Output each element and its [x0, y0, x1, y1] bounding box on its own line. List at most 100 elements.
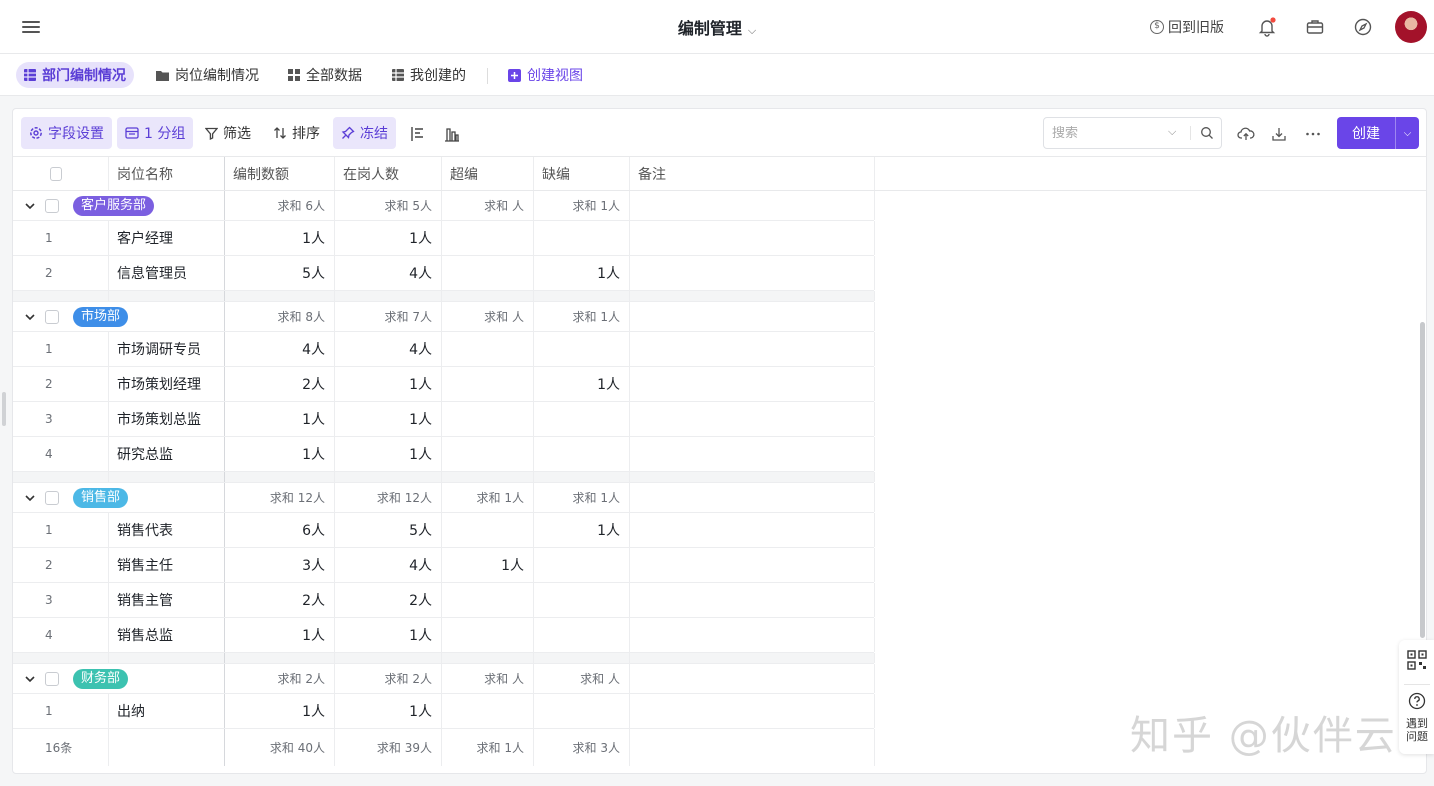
remark-cell[interactable]	[629, 618, 874, 652]
table-row[interactable]: 4 销售总监 1人 1人	[13, 618, 875, 653]
over-cell[interactable]	[441, 437, 533, 471]
group-sum-cell[interactable]: 求和 1人	[533, 191, 629, 220]
create-view-button[interactable]: 创建视图	[500, 62, 591, 88]
table-row[interactable]: 1 销售代表 6人 5人 1人	[13, 513, 875, 548]
row-index[interactable]: 2	[13, 256, 108, 290]
group-sum-cell[interactable]: 求和 人	[533, 664, 629, 693]
table-row[interactable]: 3 市场策划总监 1人 1人	[13, 402, 875, 437]
group-checkbox[interactable]	[45, 491, 59, 505]
remark-cell[interactable]	[629, 367, 874, 401]
on-job-cell[interactable]: 4人	[334, 332, 441, 366]
group-sum-cell[interactable]: 求和 人	[441, 302, 533, 331]
row-index[interactable]: 1	[13, 332, 108, 366]
quota-cell[interactable]: 2人	[224, 583, 334, 617]
row-index[interactable]: 1	[13, 221, 108, 255]
post-name-cell[interactable]: 出纳	[108, 694, 224, 728]
short-cell[interactable]	[533, 221, 629, 255]
post-name-cell[interactable]: 市场策划总监	[108, 402, 224, 436]
on-job-cell[interactable]: 1人	[334, 437, 441, 471]
group-sum-cell[interactable]: 求和 人	[441, 664, 533, 693]
row-height-icon[interactable]	[409, 125, 427, 143]
filter-button[interactable]: 筛选	[197, 117, 259, 149]
compass-icon[interactable]	[1353, 17, 1373, 37]
row-index[interactable]: 2	[13, 548, 108, 582]
short-cell[interactable]	[533, 437, 629, 471]
table-row[interactable]: 2 销售主任 3人 4人 1人	[13, 548, 875, 583]
over-cell[interactable]: 1人	[441, 548, 533, 582]
post-name-cell[interactable]: 信息管理员	[108, 256, 224, 290]
group-sum-cell[interactable]: 求和 5人	[334, 191, 441, 220]
chevron-down-icon[interactable]: ⌵	[1168, 125, 1176, 139]
over-cell[interactable]	[441, 513, 533, 547]
collapse-chevron-icon[interactable]	[23, 310, 37, 324]
remark-cell[interactable]	[629, 694, 874, 728]
footer-sum-cell[interactable]: 求和 3人	[533, 729, 629, 766]
qr-code-icon[interactable]	[1407, 650, 1427, 670]
over-cell[interactable]	[441, 256, 533, 290]
group-badge[interactable]: 市场部	[73, 306, 129, 327]
quota-cell[interactable]: 6人	[224, 513, 334, 547]
footer-sum-cell[interactable]: 求和 1人	[441, 729, 533, 766]
remark-cell[interactable]	[629, 402, 874, 436]
short-cell[interactable]	[533, 402, 629, 436]
back-to-old-version-link[interactable]: $ 回到旧版	[1150, 17, 1224, 37]
quota-cell[interactable]: 1人	[224, 618, 334, 652]
row-index[interactable]: 4	[13, 437, 108, 471]
select-all-cell[interactable]	[41, 157, 71, 190]
remark-cell[interactable]	[629, 437, 874, 471]
short-cell[interactable]	[533, 618, 629, 652]
on-job-cell[interactable]: 1人	[334, 694, 441, 728]
search-input[interactable]	[1052, 125, 1162, 141]
row-index[interactable]: 1	[13, 694, 108, 728]
on-job-cell[interactable]: 1人	[334, 367, 441, 401]
collapse-chevron-icon[interactable]	[23, 491, 37, 505]
over-cell[interactable]	[441, 694, 533, 728]
post-name-cell[interactable]: 销售主管	[108, 583, 224, 617]
freeze-button[interactable]: 冻结	[333, 117, 396, 149]
short-cell[interactable]: 1人	[533, 367, 629, 401]
collapse-chevron-icon[interactable]	[23, 199, 37, 213]
over-cell[interactable]	[441, 618, 533, 652]
remark-cell[interactable]	[629, 221, 874, 255]
vertical-scrollbar[interactable]	[1420, 322, 1425, 638]
sort-button[interactable]: 排序	[265, 117, 328, 149]
quota-cell[interactable]: 5人	[224, 256, 334, 290]
on-job-cell[interactable]: 1人	[334, 221, 441, 255]
on-job-cell[interactable]: 4人	[334, 256, 441, 290]
short-cell[interactable]	[533, 694, 629, 728]
remark-cell[interactable]	[629, 583, 874, 617]
chevron-down-icon[interactable]: ⌵	[1395, 117, 1419, 149]
group-sum-cell[interactable]: 求和 2人	[224, 664, 334, 693]
quota-cell[interactable]: 4人	[224, 332, 334, 366]
post-name-cell[interactable]: 销售总监	[108, 618, 224, 652]
group-button[interactable]: 1 分组	[117, 117, 194, 149]
group-badge[interactable]: 销售部	[73, 487, 129, 508]
quota-cell[interactable]: 1人	[224, 221, 334, 255]
group-sum-cell[interactable]: 求和 1人	[533, 302, 629, 331]
remark-cell[interactable]	[629, 548, 874, 582]
quota-cell[interactable]: 1人	[224, 437, 334, 471]
search-icon[interactable]	[1200, 126, 1214, 140]
group-sum-cell[interactable]: 求和 12人	[334, 483, 441, 512]
help-circle-icon[interactable]	[1408, 692, 1426, 710]
column-header-remark[interactable]: 备注	[629, 157, 874, 190]
group-checkbox[interactable]	[45, 199, 59, 213]
download-icon[interactable]	[1270, 125, 1288, 143]
remark-cell[interactable]	[629, 332, 874, 366]
group-checkbox[interactable]	[45, 310, 59, 324]
row-index[interactable]: 2	[13, 367, 108, 401]
footer-sum-cell[interactable]: 求和 39人	[334, 729, 441, 766]
table-row[interactable]: 1 出纳 1人 1人	[13, 694, 875, 729]
upload-cloud-icon[interactable]	[1237, 125, 1255, 143]
table-row[interactable]: 2 市场策划经理 2人 1人 1人	[13, 367, 875, 402]
search-box[interactable]: ⌵	[1043, 117, 1222, 149]
group-checkbox[interactable]	[45, 672, 59, 686]
group-sum-cell[interactable]: 求和 人	[441, 191, 533, 220]
column-header-short[interactable]: 缺编	[533, 157, 629, 190]
column-header-post-name[interactable]: 岗位名称	[108, 157, 224, 190]
group-sum-cell[interactable]: 求和 12人	[224, 483, 334, 512]
on-job-cell[interactable]: 4人	[334, 548, 441, 582]
short-cell[interactable]	[533, 332, 629, 366]
on-job-cell[interactable]: 1人	[334, 402, 441, 436]
post-name-cell[interactable]: 市场调研专员	[108, 332, 224, 366]
